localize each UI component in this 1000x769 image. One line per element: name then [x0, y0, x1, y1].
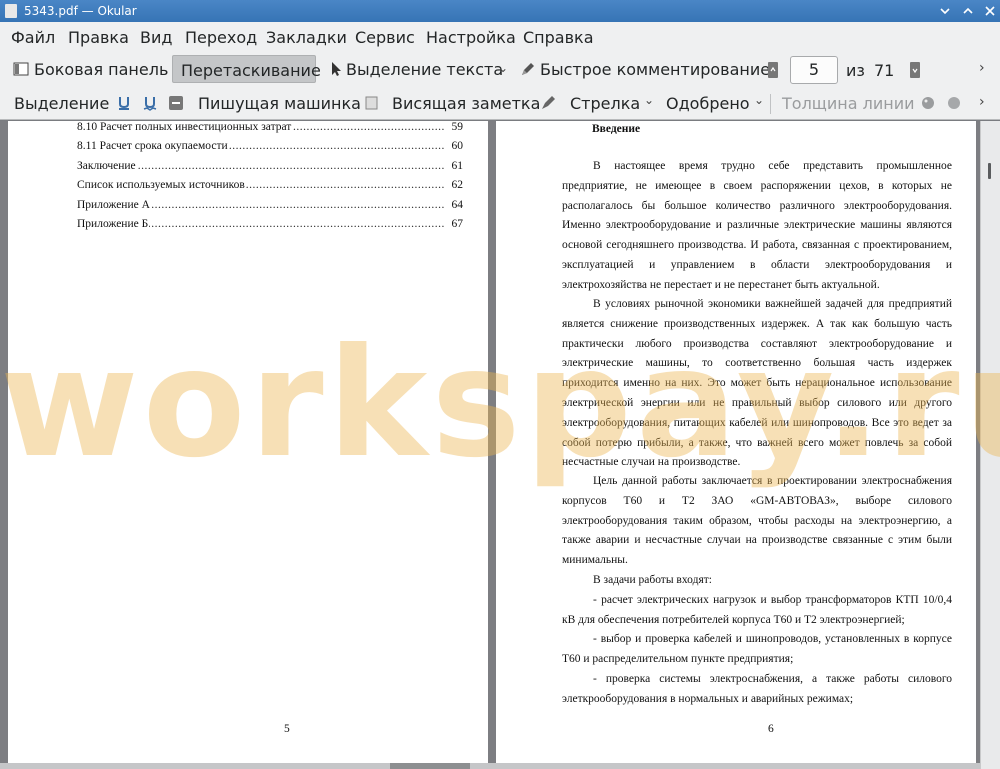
toc-entry-title: Приложение Б: [77, 218, 150, 230]
page-of-label: из: [846, 61, 865, 80]
scrollbar-thumb[interactable]: [988, 163, 991, 179]
toc-entry[interactable]: Приложение Б ...........................…: [77, 218, 463, 230]
toc-entry[interactable]: 8.11 Расчет срока окупаемости ..........…: [77, 140, 463, 152]
toc-entry-page: 59: [450, 121, 463, 133]
toc-entry-page: 62: [450, 179, 463, 191]
inline-note-button[interactable]: Висящая заметка: [392, 94, 540, 113]
text-select-label: Выделение текста: [346, 60, 504, 79]
toc-entry-title: Список используемых источников: [77, 179, 246, 191]
toc-entry-page: 64: [450, 199, 463, 211]
okular-app-icon: [5, 4, 17, 18]
toc-entry-title: 8.11 Расчет срока окупаемости: [77, 140, 229, 152]
page-number: 5: [284, 723, 290, 735]
drag-mode-label: Перетаскивание: [181, 61, 321, 80]
menu-tools[interactable]: Сервис: [355, 28, 415, 47]
toc-entry[interactable]: Заключение .............................…: [77, 160, 463, 172]
close-button[interactable]: [983, 4, 997, 18]
page-number-input[interactable]: 5: [790, 56, 838, 84]
menu-settings[interactable]: Настройка: [426, 28, 516, 47]
page-total-label: 71: [874, 61, 895, 80]
toc-entry-title: Приложение А: [77, 199, 151, 211]
toc-entry[interactable]: Список используемых источников .........…: [77, 179, 463, 191]
toc-entry[interactable]: 8.10 Расчет полных инвестиционных затрат…: [77, 121, 463, 133]
toolbar-overflow-icon[interactable]: ›: [979, 60, 985, 76]
arrow-pen-icon: [540, 95, 556, 111]
note-icon: [364, 95, 380, 111]
body-paragraph: В условиях рыночной экономики важнейшей …: [562, 298, 952, 469]
drag-mode-button[interactable]: Перетаскивание: [172, 55, 321, 83]
body-paragraph: В задачи работы входят:: [593, 574, 712, 586]
main-toolbar: Боковая панель Перетаскивание Выделение …: [0, 52, 1000, 86]
menu-bar: Файл Правка Вид Переход Закладки Сервис …: [0, 22, 1000, 52]
annotation-toolbar: Выделение Пишущая машинка Висящая заметк…: [0, 86, 1000, 120]
typewriter-button[interactable]: Пишущая машинка: [198, 94, 361, 113]
menu-file[interactable]: Файл: [11, 28, 55, 47]
pdf-page-6: Введение В настоящее время трудно себе п…: [496, 121, 976, 763]
text-select-button[interactable]: Выделение текста ⌄: [326, 57, 508, 81]
menu-bookmarks[interactable]: Закладки: [266, 28, 347, 47]
body-paragraph: В настоящее время трудно себе представит…: [562, 160, 952, 291]
arrow-dropdown-chevron-icon[interactable]: ⌄: [644, 93, 654, 107]
horizontal-scrollbar-thumb[interactable]: [390, 763, 470, 769]
menu-edit[interactable]: Правка: [68, 28, 129, 47]
underline-icon[interactable]: [116, 95, 132, 111]
toc-entry[interactable]: Приложение А ...........................…: [77, 199, 463, 211]
title-bar: 5343.pdf — Okular: [0, 0, 1000, 22]
quick-comment-label: Быстрое комментирование: [540, 60, 771, 79]
quick-comment-button[interactable]: Быстрое комментирование: [518, 57, 770, 81]
highlight-button[interactable]: Выделение: [14, 94, 109, 113]
menu-view[interactable]: Вид: [140, 28, 172, 47]
arrow-button[interactable]: Стрелка: [570, 94, 640, 113]
menu-go[interactable]: Переход: [185, 28, 257, 47]
color-palette-icon[interactable]: [920, 95, 936, 111]
pen-icon: [520, 61, 536, 77]
pdf-page-5: 8.10 Расчет полных инвестиционных затрат…: [8, 121, 488, 763]
sidebar-icon: [13, 61, 29, 77]
window-title: 5343.pdf — Okular: [24, 4, 137, 18]
menu-help[interactable]: Справка: [523, 28, 594, 47]
squiggly-underline-icon[interactable]: [142, 95, 158, 111]
toolbar2-overflow-icon[interactable]: ›: [979, 94, 985, 110]
section-heading: Введение: [592, 123, 641, 135]
page-number: 6: [768, 723, 774, 735]
vertical-scrollbar[interactable]: [980, 121, 1000, 769]
stamp-dropdown-chevron-icon[interactable]: ⌄: [754, 93, 764, 107]
sidebar-toggle-button[interactable]: Боковая панель: [10, 57, 168, 81]
body-paragraph: Цель данной работы заключается в проекти…: [562, 475, 952, 567]
body-paragraph: - выбор и проверка кабелей и шинопроводо…: [562, 633, 952, 665]
toc-entry-page: 60: [450, 140, 463, 152]
document-viewer[interactable]: 8.10 Расчет полных инвестиционных затрат…: [0, 121, 1000, 769]
toc-entry-page: 61: [450, 160, 463, 172]
toc-entry-title: Заключение: [77, 160, 137, 172]
toolbar-separator: [770, 94, 771, 114]
cursor-arrow-icon: [328, 61, 344, 77]
body-paragraph: - проверка системы электроснабжения, а т…: [562, 673, 952, 705]
toc-entry-page: 67: [450, 218, 463, 230]
opacity-icon[interactable]: [946, 95, 962, 111]
approved-stamp-button[interactable]: Одобрено: [666, 94, 750, 113]
line-width-button[interactable]: Толщина линии: [782, 94, 915, 113]
minimize-button[interactable]: [938, 4, 952, 18]
next-page-icon[interactable]: [910, 62, 926, 78]
chevron-down-icon[interactable]: ⌄: [498, 61, 508, 75]
strikeout-icon[interactable]: [168, 95, 184, 111]
horizontal-scrollbar[interactable]: [0, 763, 980, 769]
body-paragraph: - расчет электрических нагрузок и выбор …: [562, 594, 952, 626]
sidebar-label: Боковая панель: [34, 60, 169, 79]
previous-page-icon[interactable]: [768, 62, 784, 78]
toc-entry-title: 8.10 Расчет полных инвестиционных затрат: [77, 121, 293, 133]
maximize-button[interactable]: [961, 4, 975, 18]
